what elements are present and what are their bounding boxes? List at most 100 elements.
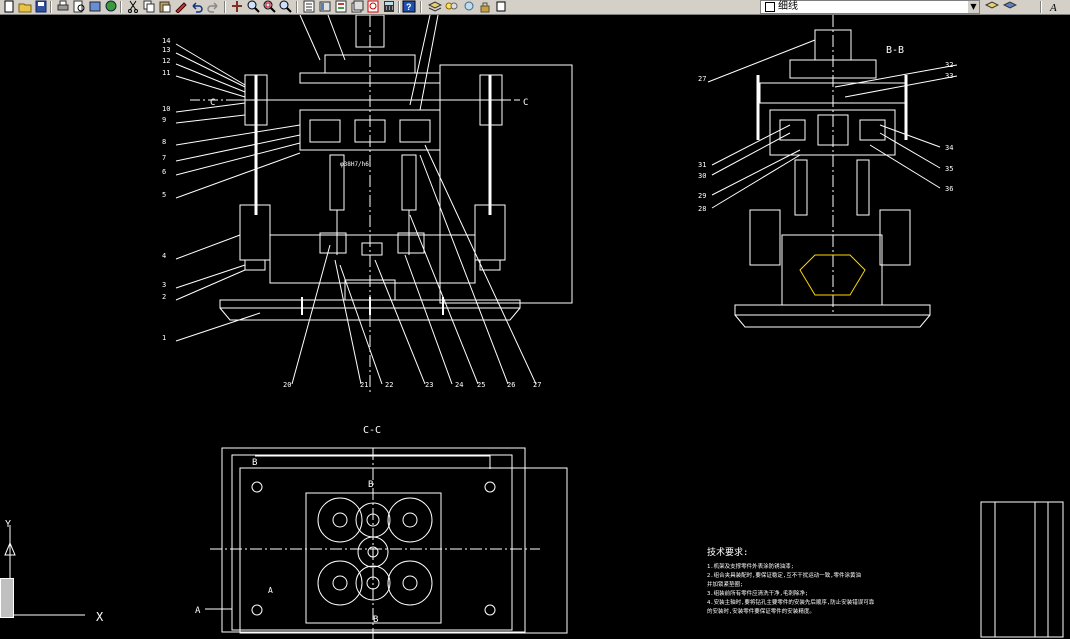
zoom-window-icon[interactable] — [262, 0, 276, 13]
technical-requirements: 技术要求: 1.机架及支撑零件外表涂防锈油漆; 2.组合夹具装配时,要保证稳定,… — [707, 546, 875, 615]
callout-10: 10 — [162, 105, 170, 113]
callout-28: 28 — [698, 205, 706, 213]
color-swatch-icon — [765, 2, 775, 12]
designcenter-icon[interactable] — [318, 0, 332, 13]
callout-27b: 27 — [698, 75, 706, 83]
tech-line-1: 1.机架及支撑零件外表涂防锈油漆; — [707, 562, 794, 570]
ucs-icon — [4, 525, 85, 616]
callout-11: 11 — [162, 69, 170, 77]
section-mark-b-mid: B — [368, 480, 373, 490]
svg-text:A: A — [1049, 2, 1057, 13]
section-labels: C-C B-B C C B B B A A φ38H7/h6 X Y — [5, 45, 904, 625]
layer-previous-icon[interactable] — [985, 0, 999, 13]
callout-29: 29 — [698, 192, 706, 200]
callout-26: 26 — [507, 381, 515, 389]
new-icon[interactable] — [2, 0, 16, 13]
section-mark-a-inner: A — [268, 586, 273, 595]
tech-line-6: 的安装时,安装零件要保证零件的安装精度。 — [707, 607, 815, 615]
section-mark-b-top: B — [252, 458, 257, 468]
layer-state-icon[interactable] — [444, 0, 458, 13]
ucs-y-label: Y — [5, 519, 11, 530]
properties-icon[interactable] — [302, 0, 316, 13]
callout-22: 22 — [385, 381, 393, 389]
callout-8: 8 — [162, 138, 166, 146]
layer-walk-icon[interactable] — [1003, 0, 1017, 13]
callout-6: 6 — [162, 168, 166, 176]
section-mark-c-right: C — [523, 98, 528, 108]
title-block — [980, 501, 1064, 638]
save-icon[interactable] — [34, 0, 48, 13]
tech-line-3: 并加锁紧垫圈; — [707, 580, 743, 588]
redo-icon[interactable] — [206, 0, 220, 13]
matchprop-icon[interactable] — [174, 0, 188, 13]
sheetset-icon[interactable] — [350, 0, 364, 13]
print-icon[interactable] — [56, 0, 70, 13]
tech-line-5: 4.安装主轴时,要将钻孔主要零件的安装先后顺序,防止安装错误可靠 — [707, 598, 875, 606]
ucs-x-label: X — [96, 610, 104, 624]
section-bb-view — [707, 15, 958, 328]
callout-31: 31 — [698, 161, 706, 169]
callout-27: 27 — [533, 381, 541, 389]
preview-icon[interactable] — [72, 0, 86, 13]
section-cc-view — [205, 447, 568, 639]
callout-34: 34 — [945, 144, 953, 152]
callout-35: 35 — [945, 165, 953, 173]
callout-20: 20 — [283, 381, 291, 389]
standard-toolbar: ? 细线 ▼ A — [0, 0, 1070, 15]
svg-text:?: ? — [406, 2, 412, 12]
toolpalette-icon[interactable] — [334, 0, 348, 13]
plot-icon[interactable] — [104, 0, 118, 13]
callout-3: 3 — [162, 281, 166, 289]
callout-30: 30 — [698, 172, 706, 180]
drawing-canvas[interactable]: 14 13 12 11 10 9 8 7 6 5 4 3 2 1 20 21 2… — [0, 15, 1070, 639]
section-cc-title: C-C — [363, 425, 381, 436]
zoom-previous-icon[interactable] — [278, 0, 292, 13]
section-bb-title: B-B — [886, 45, 904, 56]
undo-icon[interactable] — [190, 0, 204, 13]
tech-title: 技术要求: — [707, 546, 748, 558]
tech-line-4: 3.组装前所有零件应清洗干净,毛刺除净; — [707, 589, 808, 597]
callout-32: 32 — [945, 61, 953, 69]
callout-12: 12 — [162, 57, 170, 65]
callout-33: 33 — [945, 72, 953, 80]
side-palette-handle[interactable] — [0, 578, 14, 618]
paste-icon[interactable] — [158, 0, 172, 13]
text-style-icon[interactable]: A — [1048, 0, 1062, 13]
left-callout-leaders — [175, 43, 301, 342]
layer-freeze-icon[interactable] — [462, 0, 476, 13]
callout-2: 2 — [162, 293, 166, 301]
callout-5: 5 — [162, 191, 166, 199]
publish-icon[interactable] — [88, 0, 102, 13]
section-mark-b-bottom: B — [373, 615, 378, 625]
calculator-icon[interactable] — [382, 0, 396, 13]
callout-1: 1 — [162, 334, 166, 342]
open-icon[interactable] — [18, 0, 32, 13]
callout-36: 36 — [945, 185, 953, 193]
chevron-down-icon[interactable]: ▼ — [968, 1, 979, 13]
layer-color-icon[interactable] — [494, 0, 508, 13]
callout-9: 9 — [162, 116, 166, 124]
layer-lock-icon[interactable] — [478, 0, 492, 13]
copy-icon[interactable] — [142, 0, 156, 13]
callout-24: 24 — [455, 381, 463, 389]
callout-7: 7 — [162, 154, 166, 162]
callout-14: 14 — [162, 37, 170, 45]
help-icon[interactable]: ? — [402, 0, 416, 13]
tech-line-2: 2.组合夹具装配时,要保证稳定,互不干扰运动一致,零件涂黄油 — [707, 571, 862, 579]
callout-13: 13 — [162, 46, 170, 54]
markup-icon[interactable] — [366, 0, 380, 13]
callout-labels: 14 13 12 11 10 9 8 7 6 5 4 3 2 1 20 21 2… — [162, 37, 953, 389]
callout-23: 23 — [425, 381, 433, 389]
lineweight-dropdown[interactable]: 细线 ▼ — [760, 0, 980, 14]
zoom-realtime-icon[interactable] — [246, 0, 260, 13]
callout-21: 21 — [360, 381, 368, 389]
pan-icon[interactable] — [230, 0, 244, 13]
cut-icon[interactable] — [126, 0, 140, 13]
bottom-callout-leaders — [291, 15, 537, 385]
fit-annotation: φ38H7/h6 — [340, 161, 369, 168]
callout-4: 4 — [162, 252, 166, 260]
layer-manager-icon[interactable] — [428, 0, 442, 13]
callout-25: 25 — [477, 381, 485, 389]
section-mark-c-left: C — [210, 98, 215, 108]
section-mark-a-left: A — [195, 606, 201, 616]
